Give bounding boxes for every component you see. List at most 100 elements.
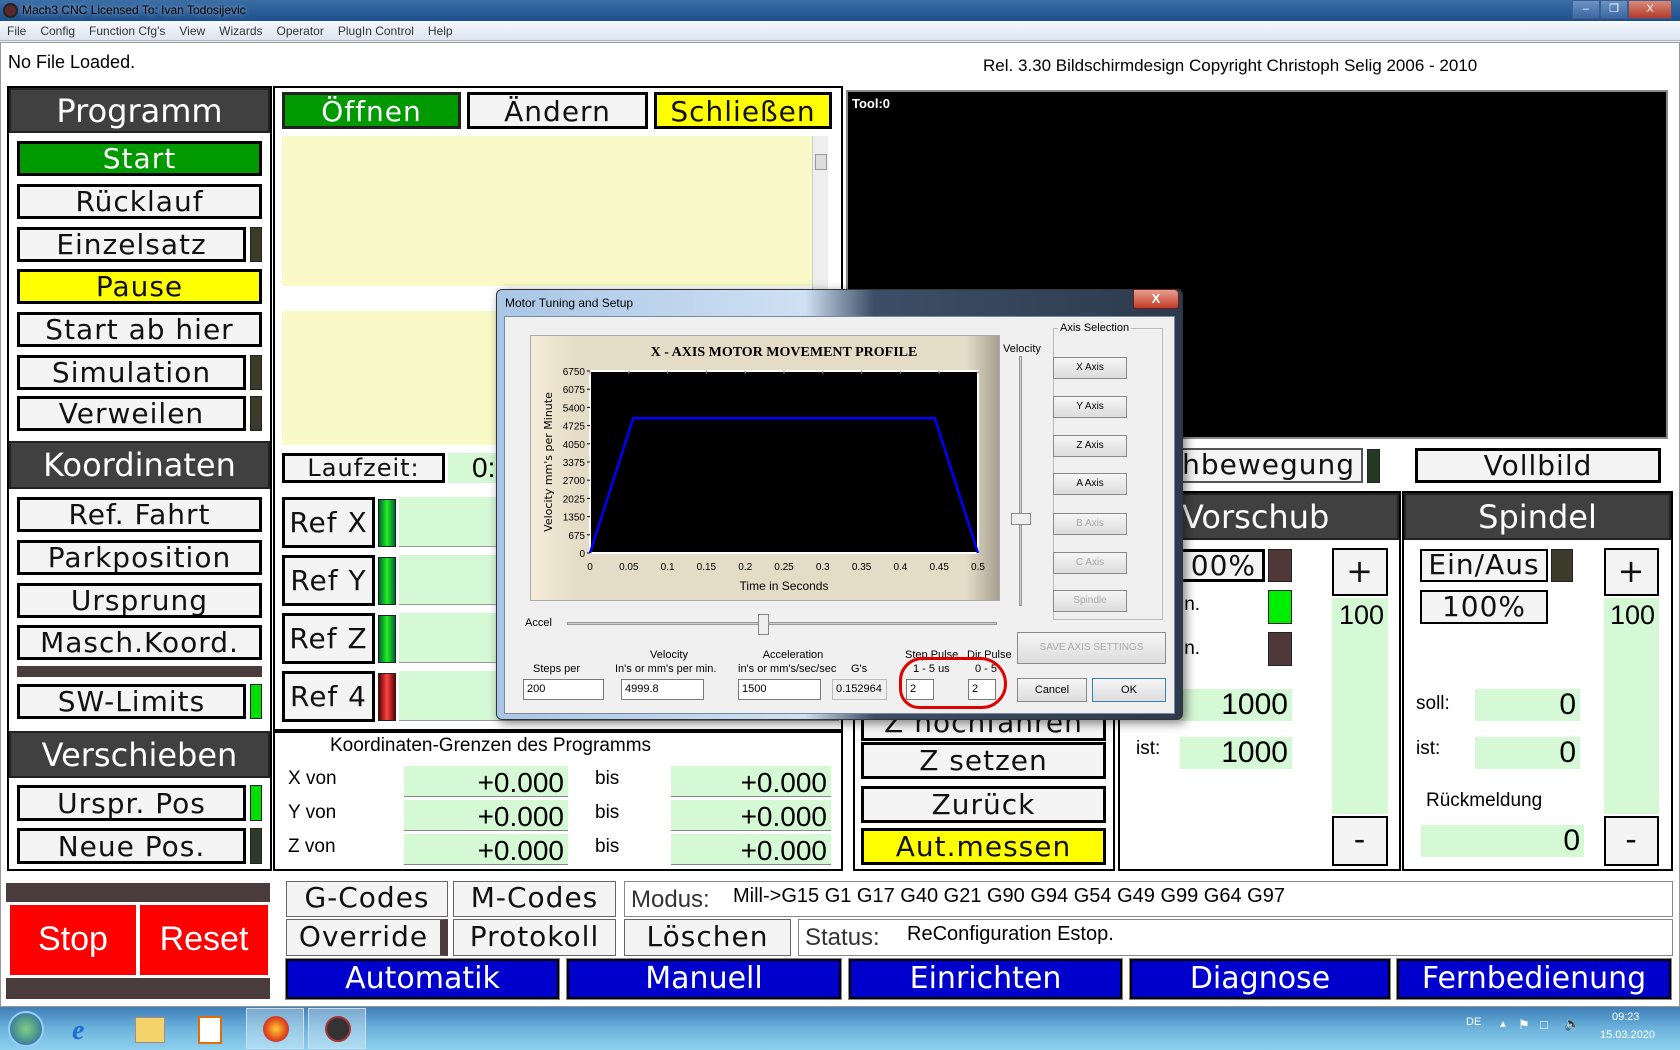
y-tick-label: 2700 bbox=[563, 476, 586, 487]
stop-button[interactable]: Stop bbox=[10, 905, 136, 975]
protocol-button[interactable]: Protokoll bbox=[453, 919, 616, 956]
menu-plugin-control[interactable]: PlugIn Control bbox=[338, 24, 414, 38]
dialog-close-button[interactable]: X bbox=[1133, 289, 1179, 309]
clear-button[interactable]: Löschen bbox=[624, 919, 791, 956]
menu-operator[interactable]: Operator bbox=[277, 24, 324, 38]
menu-help[interactable]: Help bbox=[428, 24, 453, 38]
ref-button-0[interactable]: Ref X bbox=[282, 497, 375, 548]
acceleration-input[interactable]: 1500 bbox=[738, 679, 821, 700]
cancel-button[interactable]: Cancel bbox=[1017, 678, 1087, 702]
close-file-button[interactable]: Schließen bbox=[654, 92, 832, 129]
accel-slider-thumb[interactable] bbox=[758, 614, 769, 635]
clock-date[interactable]: 15.03.2020 bbox=[1600, 1029, 1655, 1041]
z-button-1[interactable]: Z setzen bbox=[861, 742, 1106, 779]
feed-ist-value: 1000 bbox=[1180, 737, 1292, 769]
z-button-3[interactable]: Aut.messen bbox=[861, 828, 1106, 865]
tab-einrichten[interactable]: Einrichten bbox=[848, 958, 1123, 1000]
firefox-taskbar-button[interactable] bbox=[246, 1008, 304, 1049]
dir-pulse-input[interactable]: 2 bbox=[968, 679, 996, 700]
program-button-simulation[interactable]: Simulation bbox=[17, 355, 246, 390]
network-icon[interactable]: □ bbox=[1540, 1017, 1548, 1032]
feed-override-slider[interactable]: 100 bbox=[1332, 598, 1388, 814]
shift-button-1[interactable]: Neue Pos. bbox=[17, 828, 246, 864]
accel-slider[interactable] bbox=[567, 622, 997, 625]
coord-button-4[interactable]: SW-Limits bbox=[17, 684, 246, 719]
menu-view[interactable]: View bbox=[179, 24, 205, 38]
title-bar: Mach3 CNC Licensed To: Ivan Todosijevic … bbox=[0, 0, 1680, 21]
mach3-taskbar-button[interactable] bbox=[308, 1008, 366, 1049]
step-pulse-input[interactable]: 2 bbox=[906, 679, 934, 700]
spindle-plus-button[interactable]: + bbox=[1604, 548, 1659, 596]
clock-time[interactable]: 09:23 bbox=[1612, 1011, 1640, 1023]
velocity-slider-thumb[interactable] bbox=[1011, 513, 1031, 525]
shift-button-0[interactable]: Urspr. Pos bbox=[17, 785, 246, 821]
minimize-button[interactable]: – bbox=[1572, 0, 1600, 19]
program-button-start[interactable]: Start bbox=[17, 141, 262, 176]
program-button-start-ab-hier[interactable]: Start ab hier bbox=[17, 312, 262, 347]
input-language[interactable]: DE bbox=[1466, 1016, 1481, 1028]
ref-button-2[interactable]: Ref Z bbox=[282, 613, 375, 664]
open-file-button[interactable]: Öffnen bbox=[282, 92, 461, 129]
spindle-onoff-button[interactable]: Ein/Aus bbox=[1420, 549, 1548, 582]
gs-readout: 0.152964 bbox=[832, 679, 887, 700]
tab-automatik[interactable]: Automatik bbox=[285, 958, 560, 1000]
velocity-input[interactable]: 4999.8 bbox=[621, 679, 704, 700]
program-button-einzelsatz[interactable]: Einzelsatz bbox=[17, 227, 246, 262]
reset-button[interactable]: Reset bbox=[140, 905, 268, 975]
program-button-rücklauf[interactable]: Rücklauf bbox=[17, 184, 262, 219]
internet-explorer-icon[interactable]: e bbox=[72, 1015, 84, 1047]
y-tick-label: 2025 bbox=[563, 494, 586, 505]
coord-button-1[interactable]: Parkposition bbox=[17, 540, 262, 575]
start-menu-icon[interactable] bbox=[8, 1011, 44, 1047]
coord-button-0[interactable]: Ref. Fahrt bbox=[17, 497, 262, 532]
tab-manuell[interactable]: Manuell bbox=[566, 958, 842, 1000]
axis-button-c-axis[interactable]: C Axis bbox=[1053, 552, 1127, 574]
axis-button-spindle[interactable]: Spindle bbox=[1053, 590, 1127, 612]
gcodes-button[interactable]: G-Codes bbox=[286, 881, 448, 917]
ref-button-3[interactable]: Ref 4 bbox=[282, 671, 375, 722]
axis-button-z-axis[interactable]: Z Axis bbox=[1053, 435, 1127, 457]
z-button-2[interactable]: Zurück bbox=[861, 786, 1106, 823]
tab-diagnose[interactable]: Diagnose bbox=[1129, 958, 1391, 1000]
coord-button-2[interactable]: Ursprung bbox=[17, 583, 262, 618]
spindle-percent-button[interactable]: 100% bbox=[1420, 590, 1548, 624]
steps-per-input[interactable]: 200 bbox=[523, 679, 604, 700]
dir-pulse-label: Dir Pulse bbox=[967, 649, 1012, 661]
x-tick-label: 0.45 bbox=[929, 562, 949, 573]
menu-config[interactable]: Config bbox=[40, 24, 75, 38]
volume-icon[interactable]: 🔈 bbox=[1564, 1016, 1580, 1032]
fullscreen-button[interactable]: Vollbild bbox=[1415, 448, 1661, 483]
coord-button-3[interactable]: Masch.Koord. bbox=[17, 625, 262, 660]
ok-button[interactable]: OK bbox=[1092, 678, 1166, 702]
spindle-minus-button[interactable]: - bbox=[1604, 816, 1659, 866]
save-axis-settings-button[interactable]: SAVE AXIS SETTINGS bbox=[1017, 632, 1166, 664]
window-title: Mach3 CNC Licensed To: Ivan Todosijevic bbox=[22, 3, 246, 17]
override-button[interactable]: Override bbox=[286, 919, 448, 956]
menu-file[interactable]: File bbox=[7, 24, 26, 38]
axis-button-y-axis[interactable]: Y Axis bbox=[1053, 396, 1127, 418]
program-button-pause[interactable]: Pause bbox=[17, 269, 262, 304]
axis-button-x-axis[interactable]: X Axis bbox=[1053, 357, 1127, 379]
feed-plus-button[interactable]: + bbox=[1332, 548, 1388, 596]
file-explorer-icon[interactable] bbox=[135, 1017, 165, 1043]
tray-expand-icon[interactable]: ▲ bbox=[1498, 1019, 1508, 1030]
spindle-override-slider[interactable]: 100 bbox=[1604, 598, 1659, 814]
velocity-slider[interactable] bbox=[1019, 356, 1022, 606]
ref-button-1[interactable]: Ref Y bbox=[282, 555, 375, 606]
feed-minus-button[interactable]: - bbox=[1332, 816, 1388, 866]
media-player-icon[interactable] bbox=[198, 1016, 222, 1044]
chart-title: X - AXIS MOTOR MOVEMENT PROFILE bbox=[651, 345, 918, 360]
close-button[interactable]: X bbox=[1628, 0, 1672, 19]
maximize-button[interactable]: ❐ bbox=[1600, 0, 1628, 19]
program-button-verweilen[interactable]: Verweilen bbox=[17, 396, 246, 431]
gs-label: G's bbox=[851, 663, 868, 675]
axis-button-a-axis[interactable]: A Axis bbox=[1053, 473, 1127, 495]
action-center-flag-icon[interactable]: ⚑ bbox=[1518, 1017, 1530, 1033]
menu-wizards[interactable]: Wizards bbox=[219, 24, 262, 38]
tab-fernbedienung[interactable]: Fernbedienung bbox=[1396, 958, 1672, 1000]
edit-file-button[interactable]: Ändern bbox=[467, 92, 648, 129]
mcodes-button[interactable]: M-Codes bbox=[453, 881, 616, 917]
menu-function-cfg-s[interactable]: Function Cfg's bbox=[89, 24, 165, 38]
axis-button-b-axis[interactable]: B Axis bbox=[1053, 513, 1127, 535]
mach3-icon bbox=[325, 1016, 351, 1042]
